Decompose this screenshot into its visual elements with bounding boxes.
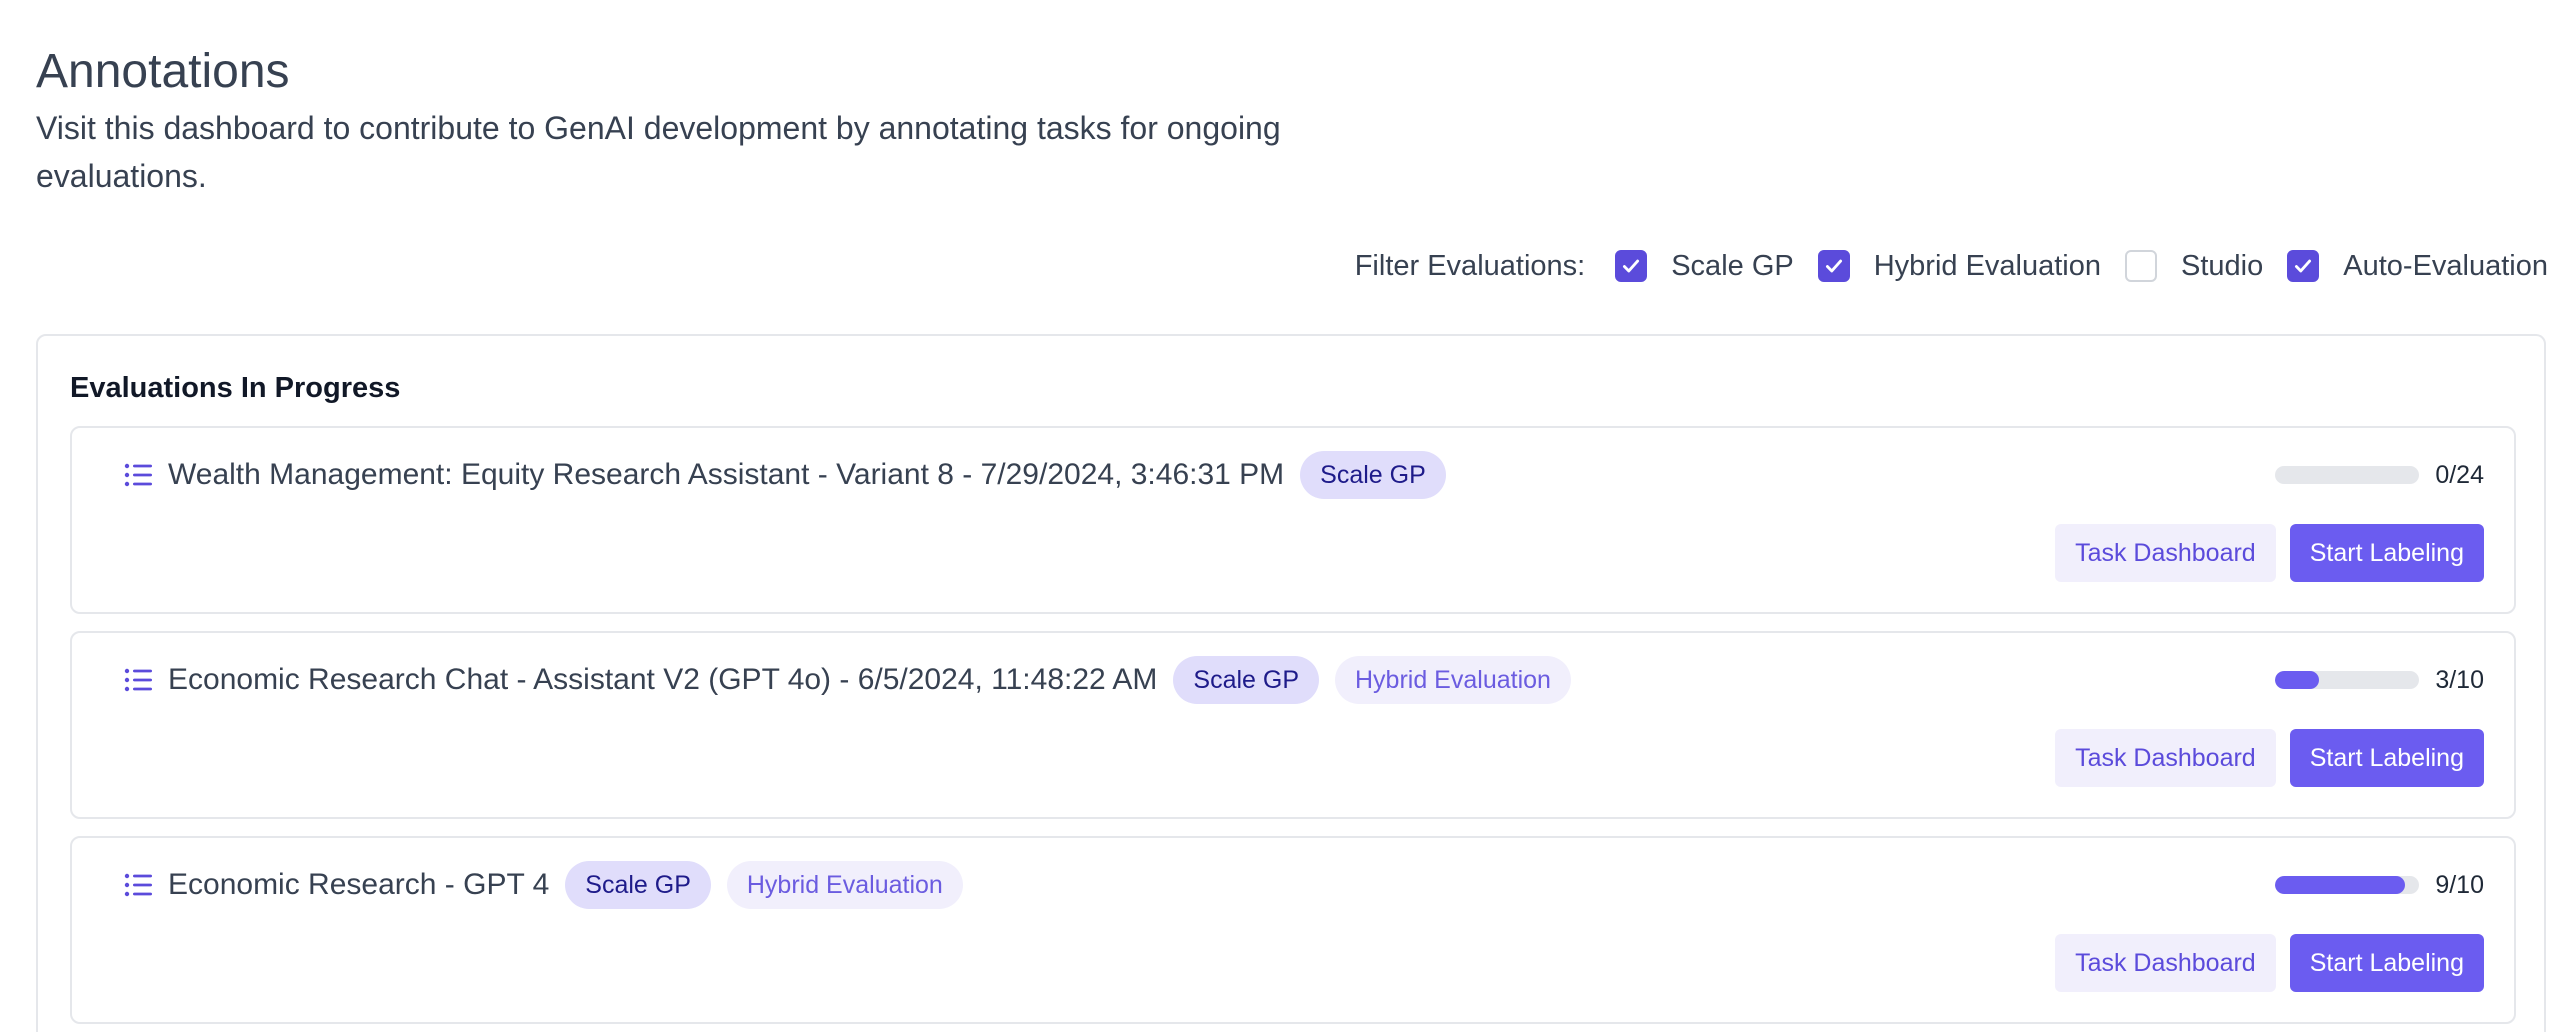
evaluation-actions: Task Dashboard Start Labeling [2055, 934, 2484, 992]
evaluation-progress: 3/10 [2275, 665, 2484, 695]
evaluations-in-progress-panel: Evaluations In Progress Wealth Managemen… [36, 334, 2546, 1032]
list-icon [124, 463, 152, 487]
page-title: Annotations [36, 45, 290, 98]
check-icon [1623, 259, 1640, 273]
evaluation-title[interactable]: Economic Research - GPT 4 [168, 868, 549, 902]
evaluation-card: Economic Research - GPT 4 Scale GP Hybri… [70, 836, 2516, 1024]
panel-title: Evaluations In Progress [70, 372, 401, 404]
tag-scale-gp: Scale GP [565, 861, 711, 909]
task-dashboard-button[interactable]: Task Dashboard [2055, 934, 2276, 992]
evaluation-title[interactable]: Economic Research Chat - Assistant V2 (G… [168, 663, 1157, 697]
filter-checkbox-studio[interactable] [2125, 250, 2158, 282]
filter-option-auto-evaluation[interactable]: Auto-Evaluation [2287, 250, 2548, 283]
evaluation-actions: Task Dashboard Start Labeling [2055, 729, 2484, 787]
progress-bar-fill [2275, 876, 2405, 894]
evaluation-progress: 9/10 [2275, 870, 2484, 900]
progress-count: 9/10 [2435, 870, 2484, 899]
filter-option-label: Auto-Evaluation [2343, 249, 2548, 282]
progress-bar [2275, 466, 2420, 484]
tag-scale-gp: Scale GP [1300, 451, 1446, 499]
filter-option-label: Studio [2181, 249, 2264, 282]
task-dashboard-button[interactable]: Task Dashboard [2055, 524, 2276, 582]
filter-checkbox-scale-gp[interactable] [1615, 250, 1648, 282]
list-icon [124, 668, 152, 692]
filter-option-scale-gp[interactable]: Scale GP [1615, 250, 1794, 283]
evaluation-card-header: Wealth Management: Equity Research Assis… [122, 450, 1446, 500]
start-labeling-button[interactable]: Start Labeling [2289, 729, 2484, 787]
filter-bar: Filter Evaluations: Scale GP Hybrid Eval… [1355, 244, 2548, 288]
progress-bar [2275, 671, 2420, 689]
page-subtitle: Visit this dashboard to contribute to Ge… [36, 110, 1281, 194]
filter-checkbox-hybrid-evaluation[interactable] [1817, 250, 1850, 282]
evaluation-progress: 0/24 [2275, 460, 2484, 490]
evaluation-card-header: Economic Research Chat - Assistant V2 (G… [122, 655, 1571, 705]
progress-bar [2275, 876, 2420, 894]
evaluation-actions: Task Dashboard Start Labeling [2055, 524, 2484, 582]
check-icon [1825, 259, 1842, 273]
evaluation-card: Wealth Management: Equity Research Assis… [70, 426, 2516, 614]
filter-label: Filter Evaluations: [1354, 249, 1586, 282]
progress-count: 3/10 [2435, 665, 2484, 694]
filter-option-label: Hybrid Evaluation [1873, 249, 2102, 282]
tag-hybrid-evaluation: Hybrid Evaluation [1335, 656, 1571, 704]
tag-scale-gp: Scale GP [1173, 656, 1319, 704]
filter-option-studio[interactable]: Studio [2125, 250, 2263, 283]
task-dashboard-button[interactable]: Task Dashboard [2055, 729, 2276, 787]
start-labeling-button[interactable]: Start Labeling [2289, 524, 2484, 582]
tag-hybrid-evaluation: Hybrid Evaluation [726, 861, 963, 909]
filter-checkbox-auto-evaluation[interactable] [2287, 250, 2320, 282]
progress-count: 0/24 [2435, 460, 2484, 489]
start-labeling-button[interactable]: Start Labeling [2289, 934, 2484, 992]
filter-option-label: Scale GP [1671, 249, 1794, 282]
evaluation-title[interactable]: Wealth Management: Equity Research Assis… [168, 458, 1284, 492]
filter-option-hybrid-evaluation[interactable]: Hybrid Evaluation [1817, 249, 2102, 283]
evaluation-card-header: Economic Research - GPT 4 Scale GP Hybri… [122, 860, 963, 910]
list-icon [124, 873, 152, 897]
progress-bar-fill [2275, 671, 2319, 689]
check-icon [2295, 259, 2312, 273]
evaluation-card: Economic Research Chat - Assistant V2 (G… [70, 631, 2516, 819]
annotations-page: Annotations Visit this dashboard to cont… [0, 0, 2570, 1032]
